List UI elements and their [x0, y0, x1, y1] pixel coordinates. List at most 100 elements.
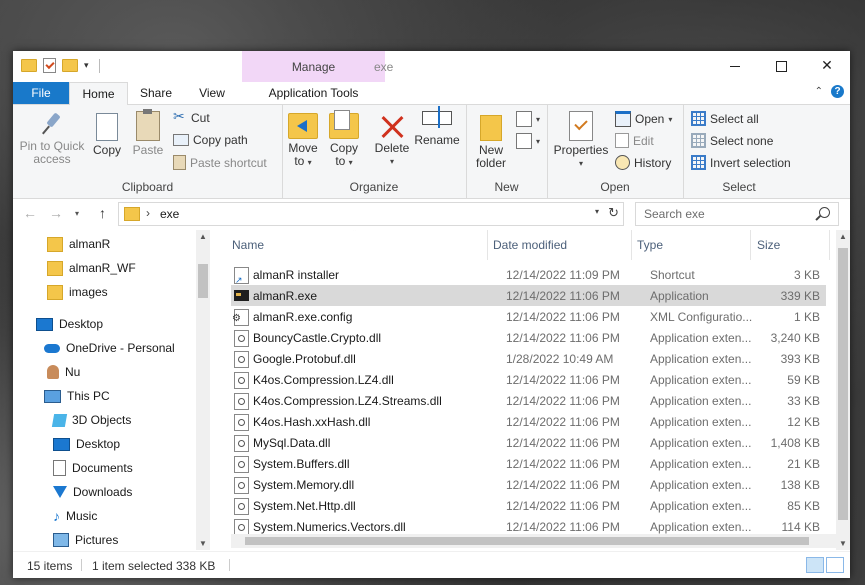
paste-button[interactable]: Paste [131, 109, 165, 157]
breadcrumb-chevron-icon[interactable]: › [146, 206, 150, 220]
column-header-size[interactable]: Size [757, 238, 780, 252]
scroll-up-icon[interactable]: ▲ [839, 232, 847, 241]
table-row[interactable]: BouncyCastle.Crypto.dll 12/14/2022 11:06 … [231, 327, 826, 348]
back-arrow-icon[interactable]: ← [23, 205, 37, 221]
column-header-type[interactable]: Type [637, 238, 663, 252]
refresh-icon[interactable]: ↻ [608, 205, 619, 221]
nav-item[interactable]: images [47, 280, 108, 304]
copy-to-button[interactable]: Copy to ▾ [326, 110, 362, 169]
collapse-ribbon-chevron-icon[interactable]: ⌃ [815, 86, 823, 97]
recent-locations-chevron-icon[interactable]: ▾ [75, 209, 79, 218]
scrollbar-thumb[interactable] [245, 537, 809, 545]
nav-item[interactable]: Desktop [36, 312, 103, 336]
scroll-down-icon[interactable]: ▼ [199, 539, 207, 548]
tab-home[interactable]: Home [69, 82, 128, 105]
table-row[interactable]: K4os.Compression.LZ4.dll 12/14/2022 11:06… [231, 369, 826, 390]
nav-item[interactable]: 3D Objects [51, 408, 132, 432]
nav-item[interactable]: almanR_WF [47, 256, 136, 280]
table-row[interactable]: almanR.exe 12/14/2022 11:06 PM Application… [231, 285, 826, 306]
nav-item[interactable]: This PC [44, 384, 110, 408]
nav-item[interactable]: Pictures [53, 528, 118, 550]
file-type: XML Configuratio... [650, 310, 753, 324]
table-row[interactable]: Google.Protobuf.dll 1/28/2022 10:49 AM App… [231, 348, 826, 369]
maximize-button[interactable] [758, 51, 804, 82]
file-type: Application exten... [650, 394, 752, 408]
folder-icon [47, 236, 63, 252]
cut-button[interactable]: Cut [173, 108, 210, 125]
paste-shortcut-button[interactable]: Paste shortcut [173, 155, 267, 170]
move-to-button[interactable]: Move to ▾ [285, 111, 321, 169]
tab-share[interactable]: Share [128, 82, 184, 104]
nav-item-label: Desktop [76, 437, 121, 451]
easy-access-button[interactable]: ▾ [516, 133, 540, 149]
table-row[interactable]: K4os.Hash.xxHash.dll 12/14/2022 11:06 PM A… [231, 411, 826, 432]
table-row[interactable]: System.Memory.dll 12/14/2022 11:06 PM Appl… [231, 474, 826, 495]
new-item-button[interactable]: ▾ [516, 111, 540, 127]
properties-check-icon[interactable] [43, 58, 56, 73]
minimize-button[interactable] [712, 51, 758, 82]
status-divider [229, 559, 230, 571]
rename-button[interactable]: Rename [414, 106, 460, 147]
select-none-button[interactable]: Select none [691, 133, 773, 148]
file-list-scrollbar[interactable]: ▲ ▼ [836, 230, 850, 550]
nav-item-label: 3D Objects [72, 413, 132, 427]
nav-item[interactable]: Downloads [53, 480, 132, 504]
column-divider[interactable] [631, 230, 632, 260]
properties-button[interactable]: Properties ▾ [553, 111, 609, 170]
up-arrow-icon[interactable]: ↑ [99, 205, 106, 221]
new-folder-button[interactable]: New folder [472, 111, 510, 170]
column-header-name[interactable]: Name [232, 238, 264, 252]
table-row[interactable]: almanR installer 12/14/2022 11:09 PM Short… [231, 264, 826, 286]
new-item-icon [516, 111, 532, 127]
column-divider[interactable] [487, 230, 488, 260]
help-icon[interactable]: ? [831, 85, 844, 98]
scrollbar-thumb[interactable] [198, 264, 208, 298]
copy-path-button[interactable]: Copy path [173, 133, 248, 147]
scrollbar-thumb[interactable] [838, 248, 848, 520]
edit-button[interactable]: Edit [615, 133, 654, 148]
file-list: ⌃ Name Date modified Type Size almanR in… [211, 230, 850, 550]
nav-item[interactable]: Documents [53, 456, 133, 480]
forward-arrow-icon[interactable]: → [49, 205, 63, 221]
column-divider[interactable] [829, 230, 830, 260]
large-icons-view-button[interactable] [826, 557, 844, 573]
nav-item-label: images [69, 285, 108, 299]
customize-qat-dropdown[interactable]: ▾ [84, 60, 89, 71]
delete-button[interactable]: Delete ▾ [372, 111, 412, 168]
column-header-date[interactable]: Date modified [493, 238, 567, 252]
table-row[interactable]: almanR.exe.config 12/14/2022 11:06 PM XML … [231, 306, 826, 327]
table-row[interactable]: System.Net.Http.dll 12/14/2022 11:06 PM Ap… [231, 495, 826, 516]
copy-button[interactable]: Copy [91, 111, 123, 157]
status-bar: 15 items 1 item selected 338 KB [13, 551, 850, 578]
address-dropdown-icon[interactable]: ▾ [595, 207, 599, 216]
nav-pane-scrollbar[interactable]: ▲ ▼ [196, 230, 210, 550]
details-view-button[interactable] [806, 557, 824, 573]
scroll-down-icon[interactable]: ▼ [839, 539, 847, 548]
tab-view[interactable]: View [185, 82, 239, 104]
pin-to-quick-access-button[interactable]: Pin to Quick access [18, 111, 86, 166]
tab-file[interactable]: File [13, 82, 69, 104]
select-all-button[interactable]: Select all [691, 111, 759, 126]
horizontal-scrollbar[interactable] [231, 534, 836, 548]
tab-application-tools[interactable]: Application Tools [242, 82, 385, 104]
search-input[interactable]: Search exe [635, 202, 839, 226]
close-button[interactable]: ✕ [804, 51, 850, 82]
table-row[interactable]: MySql.Data.dll 12/14/2022 11:06 PM Applica… [231, 432, 826, 453]
nav-item[interactable]: Desktop [53, 432, 120, 456]
open-button[interactable]: Open ▾ [615, 111, 672, 127]
history-button[interactable]: History [615, 155, 671, 170]
address-bar[interactable]: › exe ▾ ↻ [118, 202, 624, 226]
move-label-line2: to [294, 154, 305, 168]
table-row[interactable]: System.Buffers.dll 12/14/2022 11:06 PM App… [231, 453, 826, 474]
breadcrumb-exe[interactable]: exe [160, 207, 179, 221]
column-divider[interactable] [750, 230, 751, 260]
nav-item[interactable]: OneDrive - Personal [44, 336, 175, 360]
nav-item[interactable]: almanR [47, 232, 110, 256]
dll-icon [234, 330, 249, 347]
new-folder-icon[interactable] [62, 59, 78, 72]
invert-selection-button[interactable]: Invert selection [691, 155, 791, 170]
nav-item[interactable]: Nu [47, 360, 80, 384]
table-row[interactable]: K4os.Compression.LZ4.Streams.dll 12/14/20… [231, 390, 826, 411]
nav-item[interactable]: ♪ Music [53, 504, 97, 528]
scroll-up-icon[interactable]: ▲ [199, 232, 207, 241]
